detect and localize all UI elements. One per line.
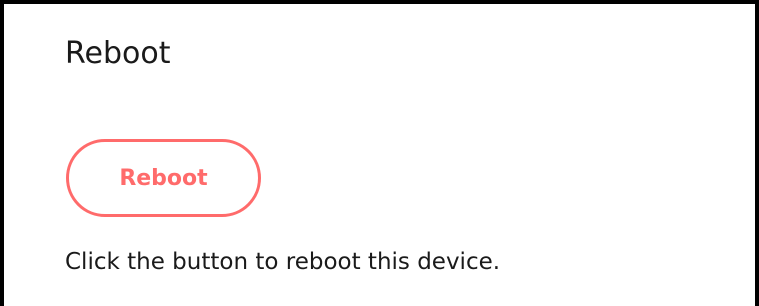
reboot-button[interactable]: Reboot — [66, 139, 261, 217]
reboot-description: Click the button to reboot this device. — [65, 249, 501, 275]
reboot-panel: Reboot Reboot Click the button to reboot… — [0, 0, 759, 306]
section-title: Reboot — [65, 36, 171, 71]
